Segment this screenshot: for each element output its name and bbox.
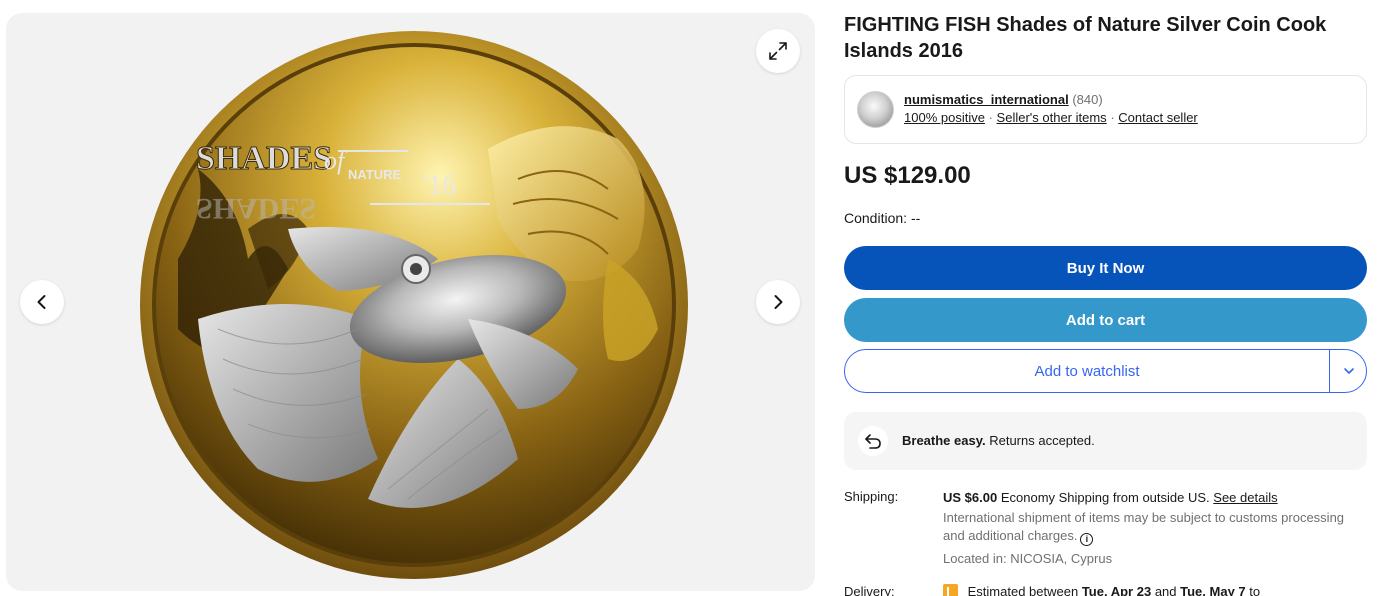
coin-legend-shades: SHADES xyxy=(196,140,332,177)
returns-headline: Breathe easy. xyxy=(902,433,986,448)
chevron-down-icon xyxy=(1344,368,1354,374)
separator-dot: · xyxy=(1110,110,1115,125)
delivery-suffix: to xyxy=(1249,584,1261,596)
next-image-button[interactable] xyxy=(756,280,800,324)
seller-other-items-link[interactable]: Seller's other items xyxy=(997,110,1107,125)
add-to-watchlist-button[interactable]: Add to watchlist xyxy=(845,350,1330,392)
delivery-prefix: Estimated between xyxy=(967,584,1079,596)
shipping-label: Shipping: xyxy=(844,489,899,504)
see-details-link[interactable]: See details xyxy=(1213,490,1277,505)
shipping-method: Economy Shipping from outside US. xyxy=(1000,490,1210,505)
delivery-end: Tue, May 7 xyxy=(1180,584,1246,596)
item-price: US $129.00 xyxy=(844,162,971,189)
seller-card: numismatics_international (840) 100% pos… xyxy=(844,75,1367,144)
contact-seller-link[interactable]: Contact seller xyxy=(1118,110,1197,125)
coin-legend-nature: NATURE xyxy=(348,167,402,182)
shipping-cost: US $6.00 xyxy=(943,490,998,505)
seller-positive-link[interactable]: 100% positive xyxy=(904,110,985,125)
shipping-details: US $6.00 Economy Shipping from outside U… xyxy=(943,489,1367,568)
delivery-start: Tue, Apr 23 xyxy=(1081,584,1152,596)
item-title: FIGHTING FISH Shades of Nature Silver Co… xyxy=(844,14,1327,62)
expand-image-button[interactable] xyxy=(756,29,800,73)
image-gallery: SHADES SHADES of NATURE '16 xyxy=(6,13,815,591)
returns-text: Breathe easy. Returns accepted. xyxy=(902,433,1095,448)
add-to-cart-button[interactable]: Add to cart xyxy=(844,298,1367,342)
return-arrow-icon xyxy=(858,426,888,456)
seller-name-line: numismatics_international (840) xyxy=(904,92,1103,108)
separator-dot: · xyxy=(988,110,993,125)
watchlist-button-group: Add to watchlist xyxy=(844,349,1367,393)
delivery-label: Delivery: xyxy=(844,584,895,596)
seller-links-line: 100% positive · Seller's other items · C… xyxy=(904,110,1198,126)
svg-text:SHADES: SHADES xyxy=(196,192,316,225)
previous-image-button[interactable] xyxy=(20,280,64,324)
info-icon[interactable]: i xyxy=(1080,533,1094,546)
coin-image: SHADES SHADES of NATURE '16 xyxy=(140,31,688,579)
shipping-note: International shipment of items may be s… xyxy=(943,510,1345,543)
condition-value: -- xyxy=(910,210,921,226)
item-location: Located in: NICOSIA, Cyprus xyxy=(943,551,1113,566)
delivery-and: and xyxy=(1154,584,1177,596)
returns-detail: Returns accepted. xyxy=(989,433,1095,448)
product-image[interactable]: SHADES SHADES of NATURE '16 xyxy=(138,29,690,581)
coin-legend-year: '16 xyxy=(423,170,456,201)
chevron-right-icon xyxy=(774,295,783,309)
delivery-estimate: Estimated between Tue, Apr 23 and Tue, M… xyxy=(943,584,1260,596)
buy-it-now-button[interactable]: Buy It Now xyxy=(844,246,1367,290)
condition-label: Condition: xyxy=(844,210,908,226)
delivery-flag-icon xyxy=(943,584,958,596)
expand-icon xyxy=(769,42,787,60)
returns-banner: Breathe easy. Returns accepted. xyxy=(844,412,1367,470)
seller-feedback-count: (840) xyxy=(1072,92,1103,107)
condition-row: Condition: -- xyxy=(844,210,920,226)
chevron-left-icon xyxy=(37,295,46,309)
seller-avatar[interactable] xyxy=(857,91,894,128)
watchlist-dropdown-button[interactable] xyxy=(1331,350,1366,392)
seller-name-link[interactable]: numismatics_international xyxy=(904,92,1069,107)
